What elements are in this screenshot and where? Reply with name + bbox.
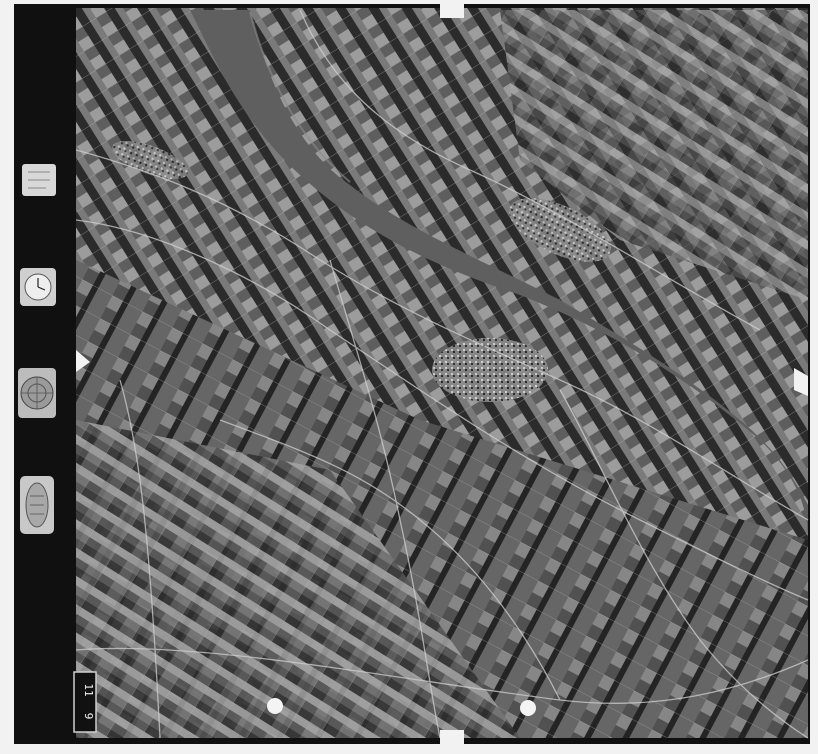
level-bubble-icon [20,476,54,534]
fiducial-mark [520,700,536,716]
frame-number-label: 11 9 [73,671,97,733]
altimeter-icon [18,368,56,418]
photo-image [75,8,809,739]
clock-icon [20,268,56,306]
town-center [432,338,548,402]
fiducial-mark [267,698,283,714]
film-notch [440,4,464,18]
film-notch [440,730,464,744]
frame-number-part-2: 9 [82,713,95,720]
frame-number-part-1: 11 [82,683,95,696]
aerial-photo-frame: 11 9 [0,0,818,754]
